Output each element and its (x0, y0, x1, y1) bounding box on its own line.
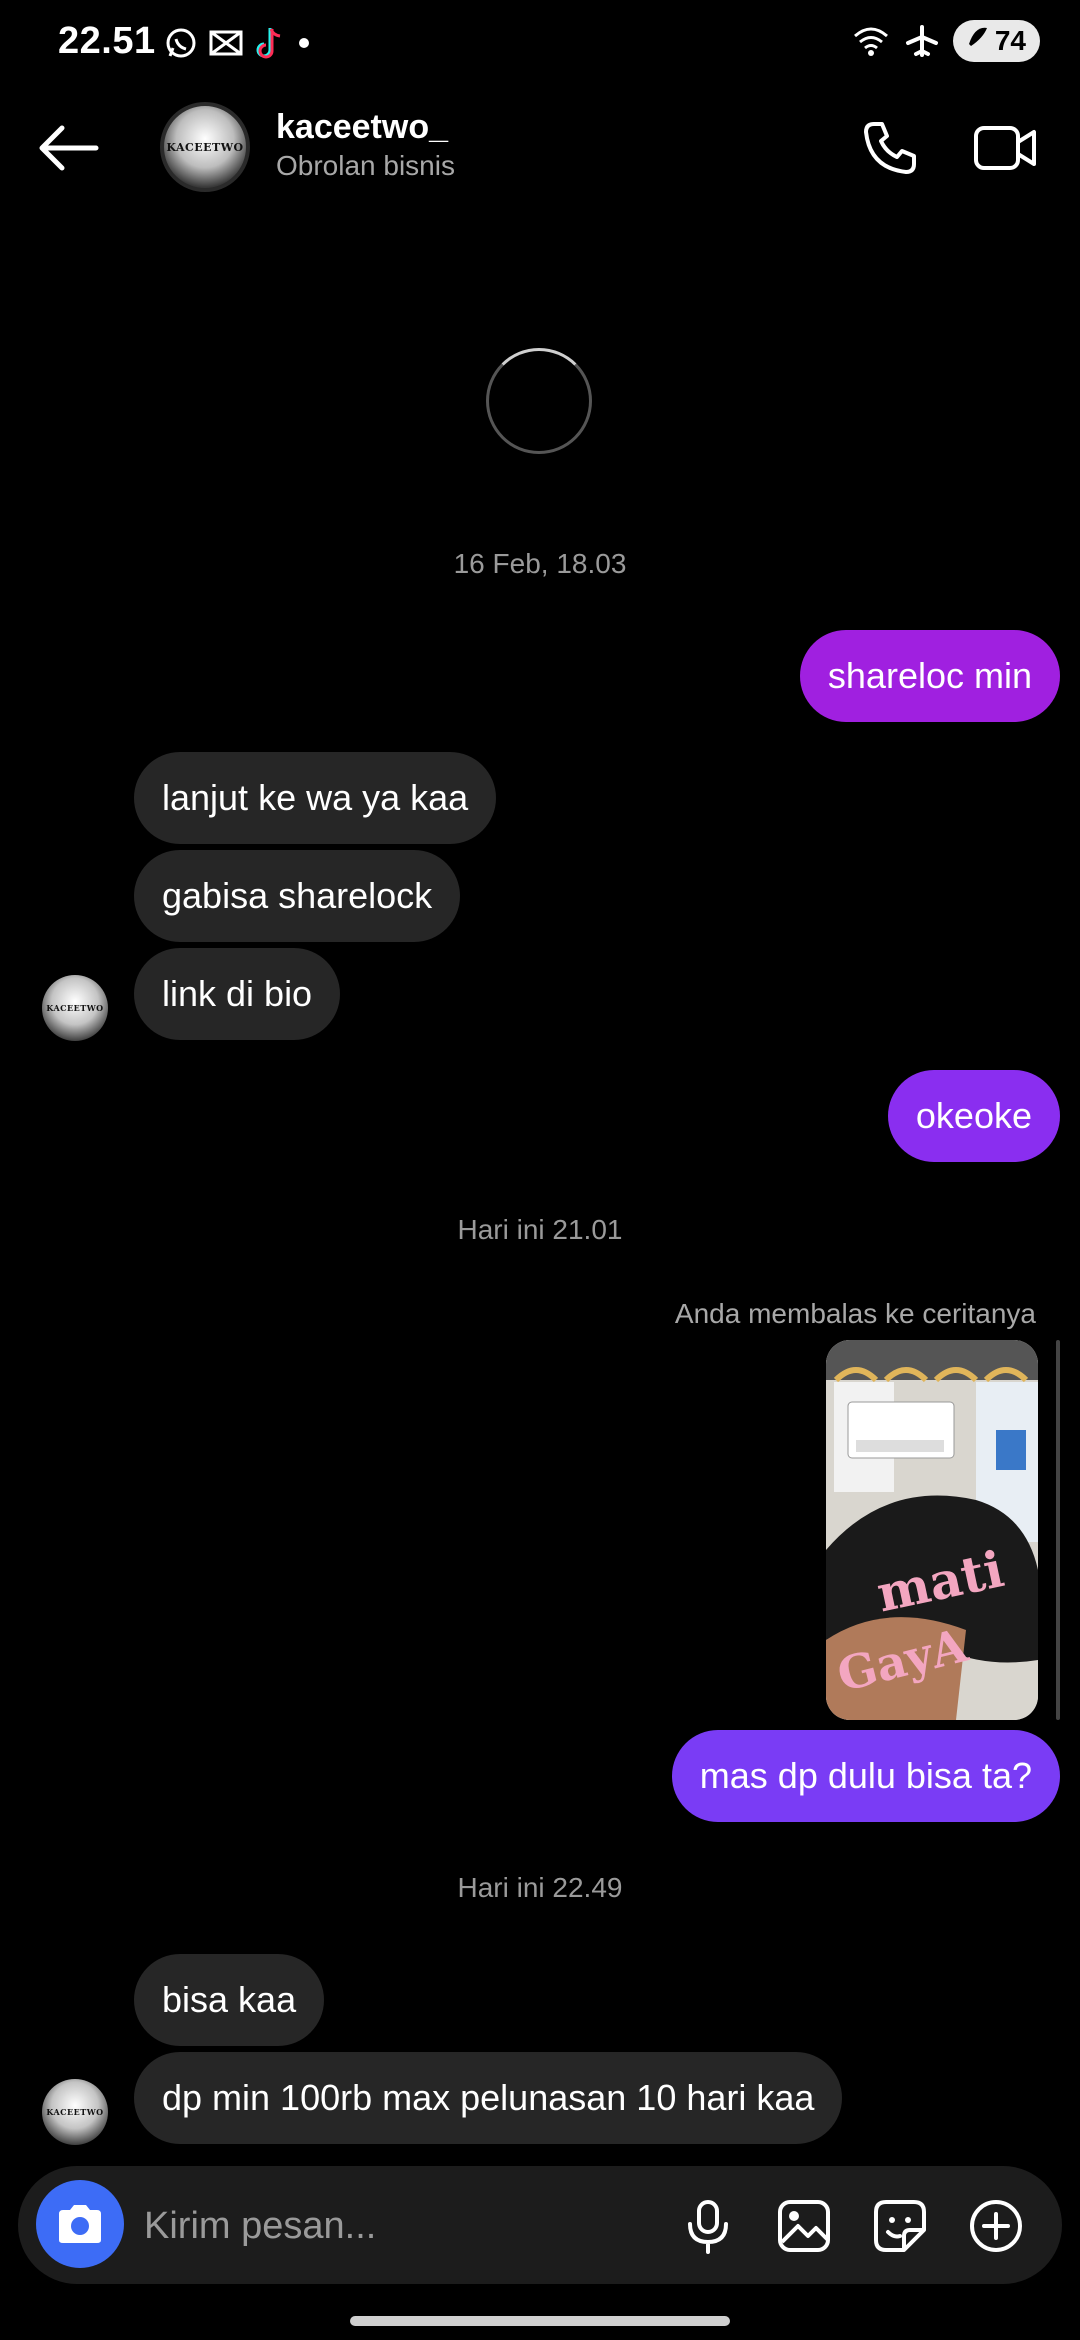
battery-level: 74 (994, 25, 1026, 56)
outgoing-message[interactable]: okeoke (887, 1070, 1060, 1162)
incoming-message[interactable]: bisa kaa (134, 1954, 325, 2046)
microphone-icon[interactable] (678, 2196, 738, 2256)
status-right-icons: 74 (851, 20, 1040, 62)
home-indicator[interactable] (350, 2316, 730, 2326)
sender-avatar[interactable]: KACEETWO (42, 975, 108, 1041)
timestamp: Hari ini 22.49 (457, 1872, 623, 1903)
story-scroll-indicator (1056, 1340, 1060, 1720)
loading-spinner (486, 348, 592, 454)
phone-call-icon[interactable] (860, 118, 920, 178)
story-image: mati GayA (826, 1340, 1038, 1720)
status-notification-icons (164, 26, 314, 60)
avatar-logo-text: KACEETWO (46, 2107, 104, 2117)
profile-avatar[interactable]: KACEETWO (160, 102, 250, 192)
airplane-icon (905, 25, 938, 57)
wifi-icon (853, 27, 888, 56)
story-thumbnail[interactable]: mati GayA (826, 1340, 1038, 1720)
timestamp: 16 Feb, 18.03 (453, 548, 627, 579)
capcut-icon (209, 30, 243, 56)
chat-username[interactable]: kaceetwo_ (276, 108, 448, 147)
status-time: 22.51 (58, 20, 156, 62)
sender-avatar[interactable]: KACEETWO (42, 2079, 108, 2145)
incoming-message[interactable]: lanjut ke wa ya kaa (134, 752, 497, 844)
avatar-logo-text: KACEETWO (166, 140, 244, 154)
camera-icon (59, 2205, 101, 2243)
add-icon[interactable] (966, 2196, 1026, 2256)
video-call-icon[interactable] (972, 118, 1038, 178)
gallery-icon[interactable] (774, 2196, 834, 2256)
battery-icon: 74 (952, 20, 1040, 62)
tiktok-icon (256, 28, 281, 59)
sticker-icon[interactable] (870, 2196, 930, 2256)
whatsapp-icon (166, 28, 196, 58)
chat-subtitle: Obrolan bisnis (276, 150, 455, 181)
dot-icon (299, 38, 309, 48)
incoming-message[interactable]: gabisa sharelock (134, 850, 461, 942)
incoming-message[interactable]: dp min 100rb max pelunasan 10 hari kaa (134, 2052, 843, 2144)
back-arrow-icon[interactable] (34, 118, 104, 178)
story-reply-note: Anda membalas ke ceritanya (674, 1298, 1036, 1329)
outgoing-message[interactable]: mas dp dulu bisa ta? (671, 1730, 1060, 1822)
message-input[interactable] (142, 2200, 646, 2252)
outgoing-message[interactable]: shareloc min (799, 630, 1060, 722)
timestamp: Hari ini 21.01 (457, 1214, 623, 1245)
camera-button[interactable] (36, 2180, 124, 2268)
incoming-message[interactable]: link di bio (134, 948, 341, 1040)
avatar-logo-text: KACEETWO (46, 1003, 104, 1013)
